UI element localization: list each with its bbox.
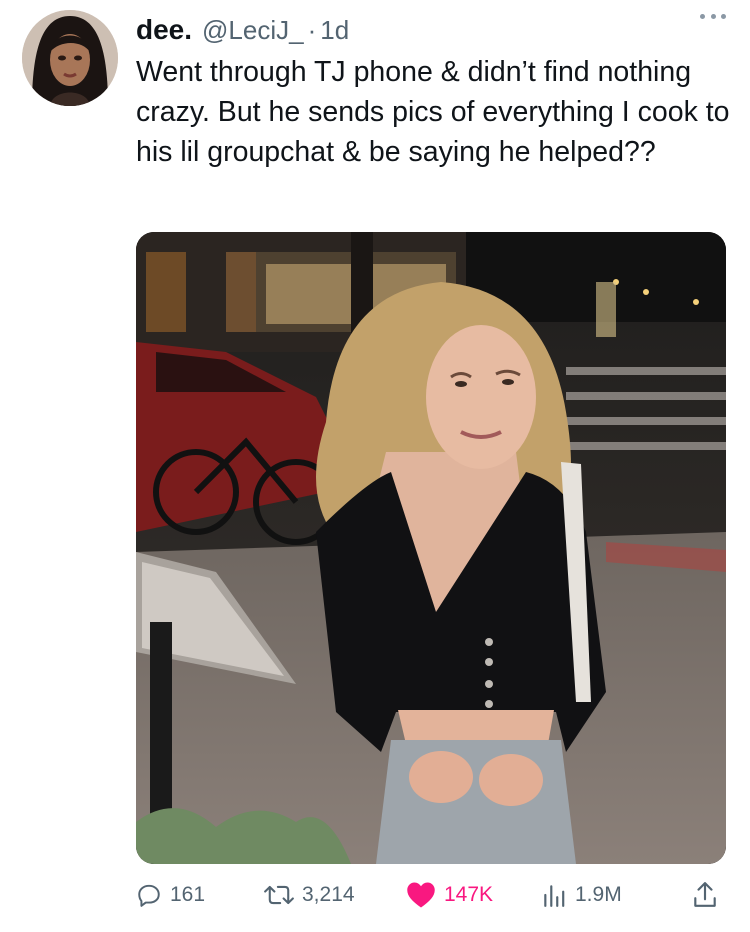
display-name[interactable]: dee. [136,14,192,46]
avatar-image [22,10,118,106]
views-icon [544,885,565,907]
retweet-button[interactable]: 3,214 [264,882,355,908]
tweet-photo[interactable] [136,232,726,864]
like-count: 147K [444,883,494,906]
reply-count: 161 [170,883,206,906]
tweet-text: Went through TJ phone & didn’t find noth… [136,56,730,168]
share-icon [694,882,716,907]
like-button[interactable]: 147K [406,881,493,909]
retweet-count: 3,214 [302,883,355,906]
separator: · [307,14,317,45]
views-button[interactable]: 1.9M [541,882,622,908]
share-button[interactable] [692,881,726,909]
view-count: 1.9M [575,883,622,906]
avatar[interactable] [22,10,118,106]
retweet-icon [264,885,294,905]
photo-illustration [136,232,726,864]
timestamp[interactable]: 1d [320,15,349,46]
tweet-header: dee. @LeciJ_ · 1d [136,10,730,50]
user-handle[interactable]: @LeciJ_ [202,15,304,46]
reply-icon [138,884,160,907]
tweet-actions: 161 3,214 147K 1.9M [136,870,726,920]
reply-button[interactable]: 161 [136,882,205,908]
heart-icon [407,882,435,908]
more-horizontal-icon[interactable] [700,14,726,24]
